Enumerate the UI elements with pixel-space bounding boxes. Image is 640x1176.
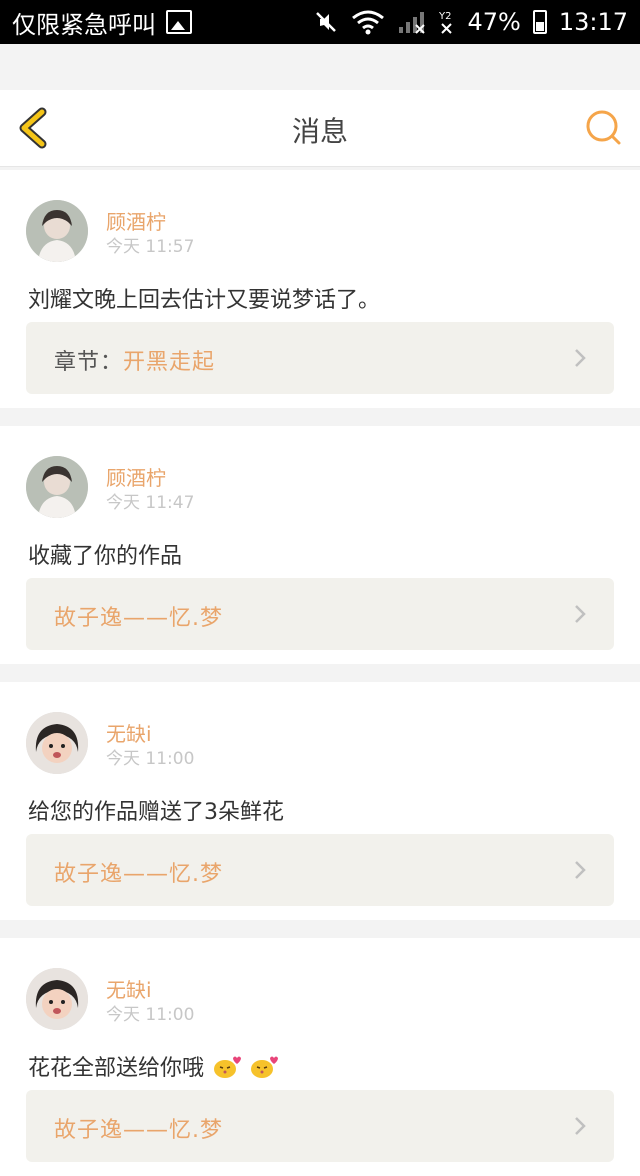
avatar[interactable] xyxy=(26,712,88,774)
timestamp: 今天 11:00 xyxy=(106,1005,195,1025)
referenced-work-link[interactable]: 故子逸——忆.梦 xyxy=(26,1090,614,1162)
message-card[interactable]: 无缺i 今天 11:00 给您的作品赠送了3朵鲜花 故子逸——忆.梦 xyxy=(0,682,640,920)
kiss-emoji-icon xyxy=(214,1056,242,1078)
mute-icon xyxy=(316,12,337,32)
avatar[interactable] xyxy=(26,456,88,518)
app-header: 消息 xyxy=(0,90,640,167)
page-title: 消息 xyxy=(291,115,348,148)
status-bar: 仅限紧急呼叫 Y2 47% 13:17 xyxy=(0,0,640,44)
message-text: 收藏了你的作品 xyxy=(28,544,183,569)
image-notification-icon xyxy=(166,10,192,34)
sim2-icon: Y2 xyxy=(439,11,453,34)
username[interactable]: 顾酒柠 xyxy=(106,462,166,491)
kiss-emoji-icon xyxy=(251,1056,279,1078)
timestamp: 今天 11:47 xyxy=(106,493,195,513)
ref-title: 故子逸——忆.梦 xyxy=(54,1118,223,1143)
referenced-work-link[interactable]: 故子逸——忆.梦 xyxy=(26,834,614,906)
avatar[interactable] xyxy=(26,968,88,1030)
chevron-right-icon xyxy=(575,605,586,623)
message-text: 刘耀文晚上回去估计又要说梦话了。 xyxy=(28,288,381,313)
chevron-right-icon xyxy=(575,1117,586,1135)
message-card[interactable]: 顾酒柠 今天 11:57 刘耀文晚上回去估计又要说梦话了。 章节：开黑走起 xyxy=(0,170,640,408)
clock: 13:17 xyxy=(558,8,628,36)
top-spacer xyxy=(0,44,640,90)
message-card[interactable]: 无缺i 今天 11:00 花花全部送给你哦 故子逸——忆.梦 xyxy=(0,938,640,1176)
search-button[interactable] xyxy=(584,108,624,148)
signal-icon xyxy=(399,12,426,34)
referenced-work-link[interactable]: 章节：开黑走起 xyxy=(26,322,614,394)
search-icon xyxy=(586,110,621,145)
timestamp: 今天 11:00 xyxy=(106,749,195,769)
chevron-right-icon xyxy=(575,861,586,879)
username[interactable]: 无缺i xyxy=(106,974,152,1003)
message-text: 给您的作品赠送了3朵鲜花 xyxy=(28,800,284,825)
ref-title: 开黑走起 xyxy=(123,350,216,375)
battery-icon xyxy=(532,10,547,34)
message-text: 花花全部送给你哦 xyxy=(28,1056,205,1081)
carrier-text: 仅限紧急呼叫 xyxy=(12,10,156,39)
referenced-work-link[interactable]: 故子逸——忆.梦 xyxy=(26,578,614,650)
battery-percent: 47% xyxy=(467,8,521,36)
ref-title: 故子逸——忆.梦 xyxy=(54,606,223,631)
chevron-right-icon xyxy=(575,349,586,367)
svg-text:Y2: Y2 xyxy=(439,11,451,22)
wifi-icon xyxy=(352,10,385,35)
username[interactable]: 无缺i xyxy=(106,718,152,747)
ref-prefix: 章节： xyxy=(54,350,124,375)
message-text-row: 花花全部送给你哦 xyxy=(28,1050,279,1082)
message-card[interactable]: 顾酒柠 今天 11:47 收藏了你的作品 故子逸——忆.梦 xyxy=(0,426,640,664)
username[interactable]: 顾酒柠 xyxy=(106,206,166,235)
avatar[interactable] xyxy=(26,200,88,262)
ref-title: 故子逸——忆.梦 xyxy=(54,862,223,887)
timestamp: 今天 11:57 xyxy=(106,237,195,257)
